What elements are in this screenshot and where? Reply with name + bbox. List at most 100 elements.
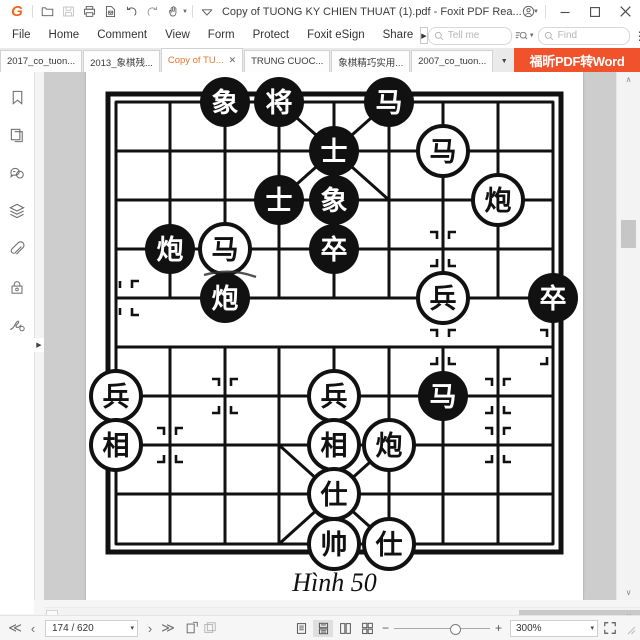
redo-icon[interactable] (142, 1, 163, 23)
page-thumbnails-icon[interactable] (6, 124, 28, 146)
fullscreen-icon[interactable] (600, 621, 620, 635)
print-icon[interactable] (79, 1, 100, 23)
close-button[interactable] (610, 0, 640, 23)
search-icon (434, 31, 444, 41)
scroll-up-button[interactable]: ∧ (617, 72, 640, 87)
security-icon[interactable] (6, 276, 28, 298)
rail-gap (35, 72, 44, 600)
next-page-button[interactable]: › (141, 618, 159, 638)
tab-label: TRUNG CUOC... (251, 56, 324, 67)
toolbar-divider-3 (545, 5, 546, 18)
tab-close-icon[interactable]: ✕ (229, 55, 237, 66)
expand-navigation-pane-button[interactable]: ▶ (34, 338, 44, 352)
tab-label: 2007_co_tuon... (418, 56, 487, 67)
zoom-slider-track (394, 627, 490, 629)
menu-item-protect[interactable]: Protect (244, 23, 298, 48)
document-tab-0[interactable]: 2017_co_tuon... (0, 50, 83, 72)
svg-text:炮: 炮 (157, 234, 184, 266)
account-dropdown-icon[interactable]: ▼ (533, 9, 539, 15)
scroll-down-button[interactable]: ∨ (617, 585, 640, 600)
svg-text:炮: 炮 (212, 283, 239, 315)
maximize-button[interactable] (580, 0, 610, 23)
svg-text:炮: 炮 (376, 430, 403, 462)
continuous-scroll-view-button[interactable] (313, 619, 333, 637)
document-tab-4[interactable]: 象棋精巧实用... (331, 50, 411, 72)
zoom-slider-handle[interactable] (450, 624, 461, 635)
zoom-level-value: 300% (516, 622, 542, 634)
vertical-scrollbar[interactable]: ∧ ∨ (616, 72, 640, 600)
search-dropdown-icon[interactable]: ▼ (529, 33, 535, 39)
zoom-out-button[interactable]: − (379, 621, 392, 635)
svg-text:帅: 帅 (321, 530, 348, 561)
hand-tool-icon[interactable] (163, 1, 184, 23)
signatures-icon[interactable] (6, 314, 28, 336)
status-bar-right-tools: − + 300% ▾ (291, 619, 640, 637)
fit-page-icon[interactable] (183, 618, 201, 638)
page-number-input[interactable]: 174 / 620 ▾ (45, 619, 138, 637)
advanced-search-icon[interactable] (515, 30, 528, 42)
find-placeholder: Find (557, 30, 578, 41)
menu-bar: File Home Comment View Form Protect Foxi… (0, 23, 640, 48)
tab-list-dropdown-icon[interactable]: ▼ (494, 51, 514, 72)
menu-item-form[interactable]: Form (199, 23, 244, 48)
zoom-slider[interactable] (394, 621, 490, 635)
toolbar-divider-2 (191, 5, 193, 18)
svg-text:仕: 仕 (375, 530, 403, 561)
pdf-to-word-promo-banner[interactable]: 福昕PDF转Word (514, 48, 640, 72)
page-dropdown-icon[interactable]: ▾ (130, 624, 134, 632)
tab-label: 象棋精巧实用... (338, 57, 404, 69)
window-controls (550, 0, 640, 23)
menu-item-file[interactable]: File (0, 23, 40, 48)
first-page-button[interactable]: ≪ (6, 618, 24, 638)
search-icon (544, 31, 554, 41)
svg-text:相: 相 (103, 431, 130, 462)
status-bar: ≪ ‹ 174 / 620 ▾ › ≫ − + 300% ▾ (0, 615, 640, 640)
facing-view-button[interactable] (335, 620, 355, 637)
snapshot-icon[interactable] (201, 618, 219, 638)
menu-item-home[interactable]: Home (40, 23, 89, 48)
email-icon[interactable] (100, 1, 121, 23)
account-menu[interactable]: ▼ (522, 5, 539, 18)
document-tab-2-active[interactable]: Copy of TU... ✕ (160, 48, 244, 72)
document-tab-1[interactable]: 2013_象棋残... (83, 50, 160, 72)
zoom-dropdown-icon[interactable]: ▾ (590, 624, 594, 632)
previous-page-button[interactable]: ‹ (24, 618, 42, 638)
tell-me-input[interactable]: Tell me (427, 26, 512, 45)
document-view[interactable]: 象 将 马 士 士 象 炮 卒 炮 卒 马 马 炮 马 兵 兵 兵 相 相 炮 … (44, 72, 617, 600)
single-page-view-button[interactable] (291, 620, 311, 637)
svg-text:象: 象 (321, 185, 348, 217)
minimize-button[interactable] (550, 0, 580, 23)
svg-text:兵: 兵 (103, 382, 130, 413)
figure-caption: Hình 50 (292, 568, 377, 597)
menu-overflow-button[interactable]: ▶ (420, 27, 428, 44)
svg-text:马: 马 (212, 235, 239, 266)
undo-icon[interactable] (121, 1, 142, 23)
document-tab-3[interactable]: TRUNG CUOC... (244, 50, 331, 72)
tab-label: 2017_co_tuon... (7, 56, 76, 67)
last-page-button[interactable]: ≫ (159, 618, 177, 638)
layers-icon[interactable] (6, 200, 28, 222)
more-options-icon[interactable]: ⋮ (633, 30, 640, 42)
zoom-level-input[interactable]: 300% ▾ (510, 619, 598, 637)
menu-item-share[interactable]: Share (374, 23, 423, 48)
document-tab-5[interactable]: 2007_co_tuon... (411, 50, 494, 72)
facing-continuous-view-button[interactable] (357, 620, 377, 637)
svg-text:炮: 炮 (485, 185, 512, 217)
menu-item-comment[interactable]: Comment (88, 23, 156, 48)
svg-text:将: 将 (266, 88, 293, 119)
window-resize-grip[interactable] (624, 622, 636, 635)
open-file-icon[interactable] (37, 1, 58, 23)
attachments-icon[interactable] (6, 238, 28, 260)
zoom-in-button[interactable]: + (492, 621, 505, 635)
find-input[interactable]: Find (537, 26, 630, 45)
save-icon[interactable] (58, 1, 79, 23)
hand-tool-dropdown-icon[interactable]: ▼ (182, 9, 188, 15)
menu-item-view[interactable]: View (156, 23, 199, 48)
svg-text:相: 相 (321, 431, 348, 462)
bookmarks-icon[interactable] (6, 86, 28, 108)
svg-text:士: 士 (266, 186, 293, 217)
customize-toolbar-icon[interactable] (197, 1, 218, 23)
menu-item-foxit-esign[interactable]: Foxit eSign (298, 23, 374, 48)
vertical-scrollbar-thumb[interactable] (621, 220, 636, 248)
comments-icon[interactable] (6, 162, 28, 184)
